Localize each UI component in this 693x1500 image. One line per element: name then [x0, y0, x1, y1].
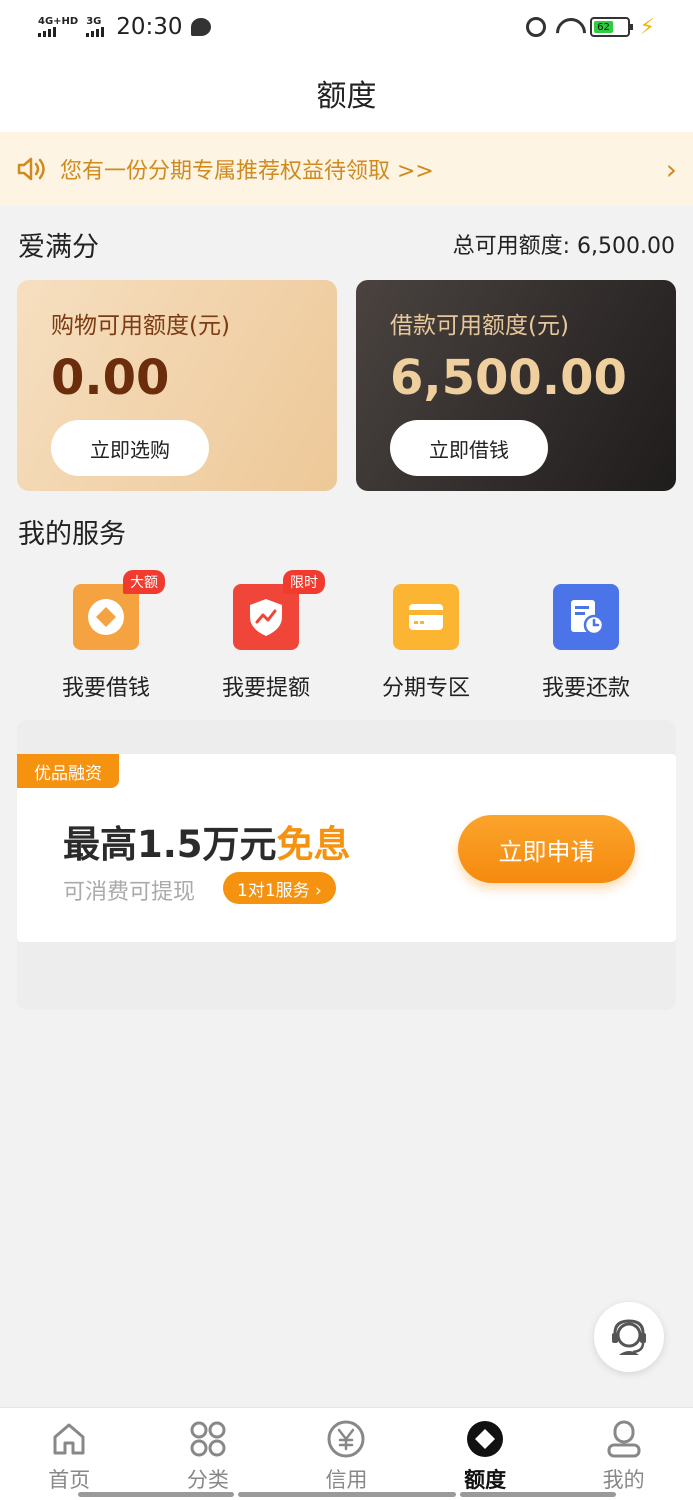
- diamond-icon: [464, 1418, 506, 1460]
- alarm-icon: [525, 17, 546, 37]
- profile-icon: [603, 1418, 645, 1460]
- charging-icon: ⚡: [639, 14, 655, 40]
- notice-banner[interactable]: 您有一份分期专属推荐权益待领取 >> ›: [0, 132, 693, 206]
- nav-label: 信用: [325, 1468, 368, 1492]
- nav-home[interactable]: 首页: [0, 1408, 139, 1500]
- home-indicator: [238, 1492, 456, 1497]
- network-4g-label: 4G+HD: [38, 16, 79, 27]
- promo-service-chip[interactable]: 1对1服务 ›: [223, 872, 336, 904]
- service-repay[interactable]: 我要还款: [511, 574, 661, 702]
- nav-credit[interactable]: 信用: [277, 1408, 416, 1500]
- battery-icon: 62: [589, 17, 633, 37]
- wifi-icon: [556, 18, 580, 36]
- nav-label: 首页: [48, 1468, 91, 1492]
- chat-bubble-icon: [190, 18, 211, 36]
- page-title: 额度: [316, 79, 377, 114]
- bill-clock-icon: [553, 584, 619, 650]
- service-installment[interactable]: 分期专区: [351, 574, 501, 702]
- signal-bars-icon: [86, 27, 105, 37]
- services-title: 我的服务: [18, 519, 126, 550]
- battery-level: 62: [593, 21, 614, 33]
- nav-limit[interactable]: 额度: [416, 1408, 555, 1500]
- home-indicator: [460, 1492, 616, 1497]
- home-indicator: [78, 1492, 234, 1497]
- total-credit: 总可用额度: 6,500.00: [452, 234, 675, 259]
- promo-tag: 优品融资: [17, 754, 119, 788]
- service-borrow[interactable]: 大额 我要借钱: [31, 570, 181, 702]
- shopping-credit-card: 购物可用额度(元) 0.00 立即选购: [17, 280, 337, 491]
- loan-credit-card: 借款可用额度(元) 6,500.00 立即借钱: [356, 280, 676, 491]
- status-time: 20:30: [116, 14, 183, 40]
- notice-text: 您有一份分期专属推荐权益待领取 >>: [60, 159, 434, 184]
- promo-card[interactable]: 优品融资 最高1.5万元免息 可消费可提现 1对1服务 › 立即申请: [17, 754, 676, 942]
- service-label: 我要还款: [541, 676, 630, 701]
- nav-category[interactable]: 分类: [139, 1408, 278, 1500]
- service-badge: 大额: [123, 570, 165, 594]
- promo-headline-highlight: 免息: [276, 823, 351, 866]
- status-right: 62 ⚡: [525, 14, 655, 40]
- shield-glyph: [250, 599, 282, 636]
- grid-icon: [187, 1418, 229, 1460]
- promo-subtitle: 可消费可提现: [63, 880, 196, 905]
- signal-bars-icon: [38, 27, 78, 37]
- network-4g: 4G+HD: [38, 17, 78, 37]
- loan-credit-amount: 6,500.00: [390, 350, 627, 406]
- card-icon: [393, 584, 459, 650]
- status-bar: 4G+HD 3G 20:30 62 ⚡: [0, 0, 693, 54]
- network-3g-label: 3G: [86, 16, 102, 27]
- bill-glyph: [571, 600, 605, 636]
- coin-icon: 大额: [73, 570, 165, 650]
- shopping-credit-label: 购物可用额度(元): [51, 313, 230, 339]
- score-row: 爱满分 总可用额度: 6,500.00: [18, 222, 675, 266]
- shop-now-button[interactable]: 立即选购: [51, 420, 209, 476]
- bottom-nav: 首页 分类 信用 额度 我的: [0, 1407, 693, 1500]
- service-label: 我要借钱: [61, 676, 150, 701]
- score-title: 爱满分: [18, 231, 99, 263]
- coin-glyph: [88, 599, 124, 635]
- service-label: 我要提额: [221, 676, 310, 701]
- customer-service-button[interactable]: [594, 1302, 664, 1372]
- card-glyph: [409, 604, 443, 630]
- chevron-right-icon: ›: [665, 152, 677, 186]
- shield-chart-icon: 限时: [233, 570, 325, 650]
- service-badge: 限时: [283, 570, 325, 594]
- nav-label: 我的: [602, 1468, 645, 1492]
- yen-icon: [325, 1418, 367, 1460]
- service-raise-limit[interactable]: 限时 我要提额: [191, 570, 341, 702]
- network-3g: 3G: [86, 16, 105, 37]
- loan-credit-label: 借款可用额度(元): [390, 313, 569, 339]
- borrow-now-button[interactable]: 立即借钱: [390, 420, 548, 476]
- promo-headline: 最高1.5万元免息: [63, 814, 351, 868]
- speaker-icon: [17, 157, 45, 181]
- apply-now-button[interactable]: 立即申请: [458, 815, 635, 883]
- shopping-credit-amount: 0.00: [51, 350, 170, 406]
- nav-mine[interactable]: 我的: [554, 1408, 693, 1500]
- nav-label: 分类: [186, 1468, 229, 1492]
- headset-icon: [612, 1319, 646, 1355]
- page-header: 额度: [0, 54, 693, 132]
- nav-label: 额度: [464, 1468, 507, 1492]
- status-left: 4G+HD 3G 20:30: [38, 14, 211, 40]
- promo-headline-prefix: 最高1.5万元: [63, 823, 277, 866]
- service-label: 分期专区: [381, 676, 470, 701]
- home-icon: [48, 1418, 90, 1460]
